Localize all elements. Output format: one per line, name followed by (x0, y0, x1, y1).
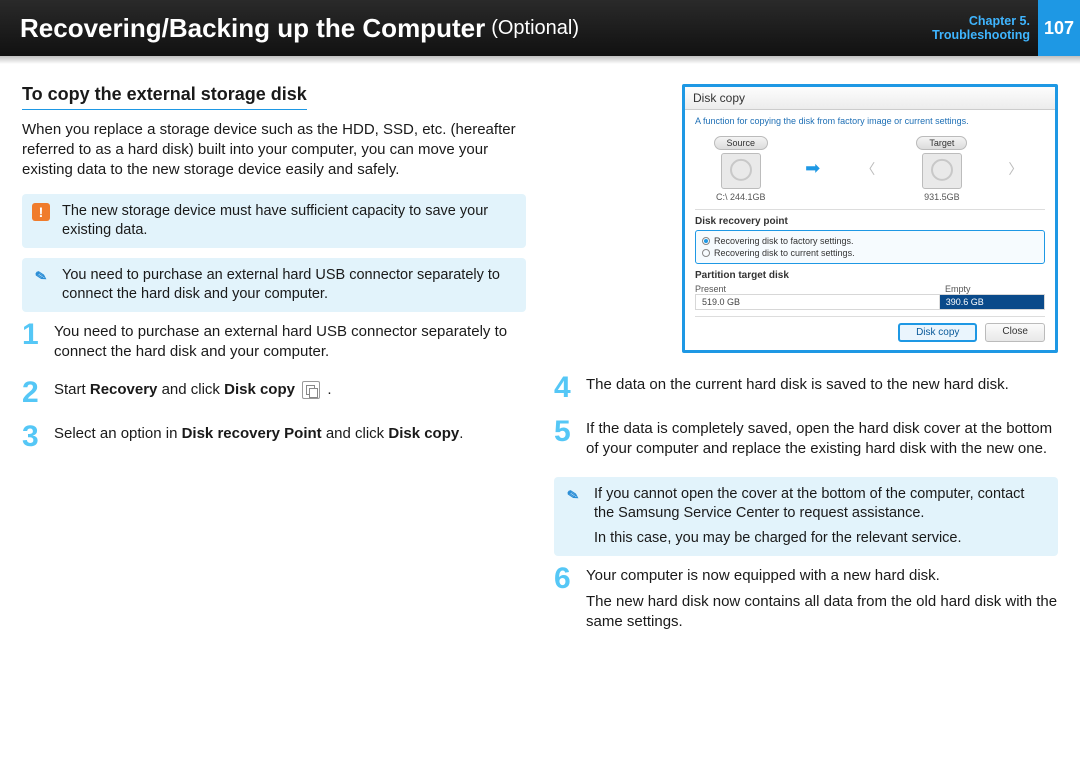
pen-icon: ✎ (30, 265, 51, 286)
partition-row: 519.0 GB 390.6 GB (695, 294, 1045, 310)
header-shadow (0, 56, 1080, 64)
step-6: 6 Your computer is now equipped with a n… (554, 566, 1058, 632)
source-label: Source (714, 136, 769, 150)
step-6-text: Your computer is now equipped with a new… (586, 566, 1058, 632)
step-5: 5 If the data is completely saved, open … (554, 419, 1058, 459)
pen-icon: ✎ (562, 484, 583, 505)
target-label: Target (916, 136, 967, 150)
source-capacity: C:\ 244.1GB (716, 192, 766, 202)
target-capacity: 931.5GB (924, 192, 960, 202)
step-1-number: 1 (22, 322, 44, 362)
step-3: 3 Select an option in Disk recovery Poin… (22, 424, 526, 450)
recovery-option-1: Recovering disk to factory settings. (702, 235, 1038, 247)
screenshot-title: Disk copy (685, 87, 1055, 110)
note-warning: ! The new storage device must have suffi… (22, 194, 526, 248)
intro-paragraph: When you replace a storage device such a… (22, 120, 526, 180)
partition-header: Present Empty (695, 284, 1045, 294)
step-4: 4 The data on the current hard disk is s… (554, 375, 1058, 401)
chapter-line1: Chapter 5. (932, 14, 1030, 28)
note-info-1: ✎ You need to purchase an external hard … (22, 258, 526, 312)
step-4-text: The data on the current hard disk is sav… (586, 375, 1009, 401)
arrow-right-icon: ➡ (805, 158, 820, 179)
screenshot-desc: A function for copying the disk from fac… (695, 116, 1045, 126)
step-5-number: 5 (554, 419, 576, 459)
page-header: Recovering/Backing up the Computer (Opti… (0, 0, 1080, 56)
screenshot-disks: Source C:\ 244.1GB ➡ 〈 Target 931.5GB 〉 (695, 132, 1045, 210)
page-number-badge: 107 (1038, 0, 1080, 56)
right-column: Disk copy A function for copying the dis… (554, 84, 1058, 650)
note-info-2b: In this case, you may be charged for the… (594, 529, 1048, 548)
header-right: Chapter 5. Troubleshooting 107 (932, 0, 1080, 56)
hdd-icon (922, 153, 962, 189)
step-6-number: 6 (554, 566, 576, 632)
radio-icon (702, 237, 710, 245)
recovery-option-2: Recovering disk to current settings. (702, 247, 1038, 259)
screenshot-buttons: Disk copy Close (695, 316, 1045, 342)
recovery-options: Recovering disk to factory settings. Rec… (695, 230, 1045, 264)
content: To copy the external storage disk When y… (0, 64, 1080, 650)
disk-copy-button: Disk copy (898, 323, 977, 342)
step-3-text: Select an option in Disk recovery Point … (54, 424, 463, 450)
page-subtitle: (Optional) (491, 17, 579, 40)
step-2-number: 2 (22, 380, 44, 406)
screenshot-body: A function for copying the disk from fac… (685, 110, 1055, 350)
disk-copy-icon (302, 381, 320, 399)
step-1: 1 You need to purchase an external hard … (22, 322, 526, 362)
step-3-number: 3 (22, 424, 44, 450)
chevron-right-icon: 〉 (1004, 159, 1026, 179)
section-heading: To copy the external storage disk (22, 84, 307, 110)
note-info-2: ✎ If you cannot open the cover at the bo… (554, 477, 1058, 556)
disk-copy-screenshot: Disk copy A function for copying the dis… (682, 84, 1058, 353)
page-title: Recovering/Backing up the Computer (20, 13, 485, 44)
close-button: Close (985, 323, 1045, 342)
partition-empty: 390.6 GB (940, 295, 1044, 309)
chapter-line2: Troubleshooting (932, 28, 1030, 42)
left-column: To copy the external storage disk When y… (22, 84, 526, 650)
step-2-text: Start Recovery and click Disk copy . (54, 380, 332, 406)
step-5-text: If the data is completely saved, open th… (586, 419, 1058, 459)
chevron-left-icon: 〈 (857, 159, 879, 179)
partition-heading: Partition target disk (695, 270, 1045, 281)
note-info-2a: If you cannot open the cover at the bott… (594, 485, 1048, 523)
step-4-number: 4 (554, 375, 576, 401)
hdd-icon (721, 153, 761, 189)
chapter-info: Chapter 5. Troubleshooting (932, 14, 1038, 42)
partition-present: 519.0 GB (696, 295, 940, 309)
note-warning-text: The new storage device must have suffici… (62, 203, 488, 238)
warning-icon: ! (32, 203, 50, 221)
target-disk: Target 931.5GB (916, 136, 967, 202)
step-2: 2 Start Recovery and click Disk copy . (22, 380, 526, 406)
source-disk: Source C:\ 244.1GB (714, 136, 769, 202)
step-1-text: You need to purchase an external hard US… (54, 322, 526, 362)
recovery-heading: Disk recovery point (695, 216, 1045, 227)
note-info-1-text: You need to purchase an external hard US… (62, 267, 500, 302)
radio-icon (702, 249, 710, 257)
